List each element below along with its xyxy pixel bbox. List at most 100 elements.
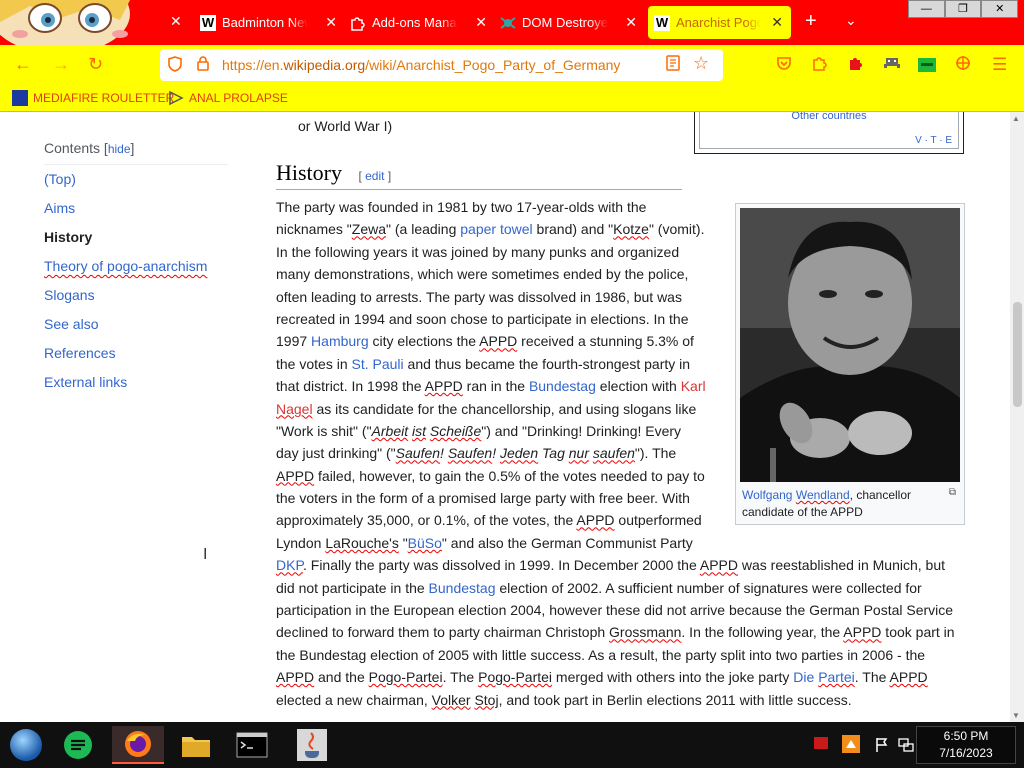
close-tab-icon[interactable]: ✕ — [771, 14, 783, 31]
network-icon[interactable] — [898, 737, 914, 756]
tab-label: Add-ons Manage — [372, 15, 458, 30]
toc-header: Contents [hide] — [44, 140, 228, 165]
text-span: " and also the German Communist Party — [441, 534, 693, 551]
tray-red-icon[interactable] — [814, 737, 828, 752]
reader-view-icon[interactable] — [666, 55, 680, 75]
terminal-icon[interactable] — [232, 726, 272, 764]
close-tab-icon[interactable]: ✕ — [325, 14, 337, 31]
toc-item-theory[interactable]: Theory of pogo-anarchism — [44, 252, 228, 281]
link-bundestag[interactable]: Bundestag — [429, 580, 496, 596]
green-addon-icon[interactable] — [918, 57, 936, 77]
edit-link[interactable]: edit — [365, 169, 384, 183]
text-span: "Work is shit" (" — [276, 422, 372, 439]
hamburger-menu-icon[interactable]: ☰ — [992, 55, 1007, 75]
page-scrollbar[interactable]: ▲ ▼ — [1010, 112, 1024, 722]
minimize-button[interactable]: — — [908, 0, 945, 18]
text-span: Kotze — [613, 221, 649, 238]
tray-orange-icon[interactable] — [842, 735, 860, 756]
bookmark-mediafire[interactable]: MEDIAFIRE ROULETTER — [12, 90, 174, 106]
pocket-icon[interactable] — [776, 55, 792, 76]
close-tab-icon[interactable]: ✕ — [625, 14, 637, 31]
text-span: Jeden — [499, 445, 539, 462]
text-line: participation in the European election 2… — [276, 602, 954, 619]
url-text[interactable]: https://en.wikipedia.org/wiki/Anarchist_… — [222, 57, 620, 73]
text-span: as its candidate for the chancellorship,… — [312, 400, 697, 417]
text-line: elected a new chairman, Volker Stoj, and… — [276, 689, 955, 711]
toc-item-aims[interactable]: Aims — [44, 194, 228, 223]
tab-anarchist-pogo[interactable]: W Anarchist Pogo P ✕ — [648, 6, 791, 39]
tab-addons[interactable]: Add-ons Manage ✕ — [350, 6, 495, 39]
redlink-karl[interactable]: Karl — [681, 378, 706, 394]
toc-hide-link[interactable]: hide — [108, 142, 131, 156]
redlink-nagel[interactable]: Nagel — [276, 401, 313, 417]
text-span: ist — [412, 422, 427, 439]
bookmark-prolapse[interactable]: ANAL PROLAPSE — [168, 90, 288, 106]
system-clock[interactable]: 6:50 PM 7/16/2023 — [916, 726, 1016, 764]
scroll-down-icon[interactable]: ▼ — [1012, 711, 1020, 720]
crosshair-addon-icon[interactable] — [955, 55, 971, 76]
tab-badminton[interactable]: W Badminton New ✕ — [200, 6, 345, 39]
toc-title: Contents — [44, 140, 101, 156]
text-span: APPD — [576, 512, 615, 529]
addon-puzzle-icon[interactable] — [848, 55, 864, 76]
maximize-button[interactable]: ❐ — [944, 0, 982, 18]
back-arrow-icon[interactable]: ← — [14, 54, 32, 75]
scrollbar-thumb[interactable] — [1013, 302, 1022, 407]
close-tab-icon[interactable]: ✕ — [170, 13, 182, 30]
address-bar[interactable]: https://en.wikipedia.org/wiki/Anarchist_… — [160, 49, 723, 81]
invader-addon-icon[interactable] — [883, 55, 901, 75]
text-line: In the following years it was joined by … — [276, 243, 680, 260]
toc-item-slogans[interactable]: Slogans — [44, 281, 228, 310]
start-button[interactable] — [6, 726, 46, 764]
text-line: "Work is shit" ("Arbeit ist Scheiße") an… — [276, 420, 955, 442]
file-explorer-icon[interactable] — [176, 726, 216, 764]
text-span: Pogo-Partei — [368, 669, 443, 686]
text-span: . Finally the party was dissolved in 199… — [302, 557, 700, 574]
extensions-puzzle-icon[interactable] — [812, 55, 828, 76]
toc-item-top[interactable]: (Top) — [44, 165, 228, 194]
toc-item-references[interactable]: References — [44, 339, 228, 368]
text-line: APPD and the Pogo-Partei. The Pogo-Parte… — [276, 666, 955, 688]
action-center-flag-icon[interactable] — [874, 737, 890, 756]
text-line: that district. In 1998 the APPD ran in t… — [276, 375, 955, 397]
text-line: nicknames "Zewa" (a leading paper towel … — [276, 218, 955, 240]
link-hamburg[interactable]: Hamburg — [311, 333, 369, 349]
toc-item-see-also[interactable]: See also — [44, 310, 228, 339]
link-dkp[interactable]: DKP — [276, 557, 303, 573]
other-countries-link[interactable]: Other countries — [700, 112, 958, 122]
link-die-partei[interactable]: Die — [793, 669, 814, 685]
bookmark-star-icon[interactable]: ☆ — [693, 53, 709, 74]
forward-arrow-icon[interactable]: → — [52, 54, 70, 75]
tab-label: Anarchist Pogo P — [676, 15, 762, 30]
text-span: APPD — [889, 669, 928, 686]
reload-icon[interactable]: ↻ — [88, 54, 103, 75]
scroll-up-icon[interactable]: ▲ — [1012, 114, 1020, 123]
text-cursor-icon: I — [203, 546, 208, 563]
text-span: 1997 — [276, 333, 312, 350]
text-span: APPD — [843, 624, 882, 641]
link-st-pauli[interactable]: St. Pauli — [352, 356, 404, 372]
toc-item-history[interactable]: History — [44, 223, 228, 252]
tab-dom-destroyer[interactable]: DOM Destroyer ✕ — [500, 6, 645, 39]
link-buso[interactable]: BüSo — [408, 535, 442, 551]
section-title: History — [276, 160, 342, 185]
vte-links[interactable]: V · T · E — [915, 135, 952, 146]
close-window-button[interactable]: ✕ — [981, 0, 1019, 18]
text-span: and thus became the fourth-strongest par… — [403, 355, 691, 372]
java-icon[interactable] — [292, 726, 332, 764]
new-tab-icon[interactable]: + — [805, 10, 817, 33]
chevron-down-icon[interactable]: ⌄ — [845, 12, 857, 29]
lock-icon[interactable] — [196, 55, 210, 75]
toc-item-external-links[interactable]: External links — [44, 368, 228, 397]
infobox-inner: Other countries V · T · E — [699, 112, 959, 149]
link-bundestag[interactable]: Bundestag — [529, 378, 596, 394]
firefox-icon[interactable] — [112, 726, 164, 764]
notes-app-icon[interactable] — [58, 726, 98, 764]
text-span: ! — [440, 445, 448, 462]
shield-icon[interactable] — [168, 56, 182, 76]
link-paper-towel[interactable]: paper towel — [460, 221, 532, 237]
window-controls: — ❐ ✕ — [908, 0, 1019, 18]
close-tab-icon[interactable]: ✕ — [475, 14, 487, 31]
link-die-partei[interactable]: Partei — [818, 669, 855, 685]
text-span: Scheiße — [429, 422, 482, 439]
